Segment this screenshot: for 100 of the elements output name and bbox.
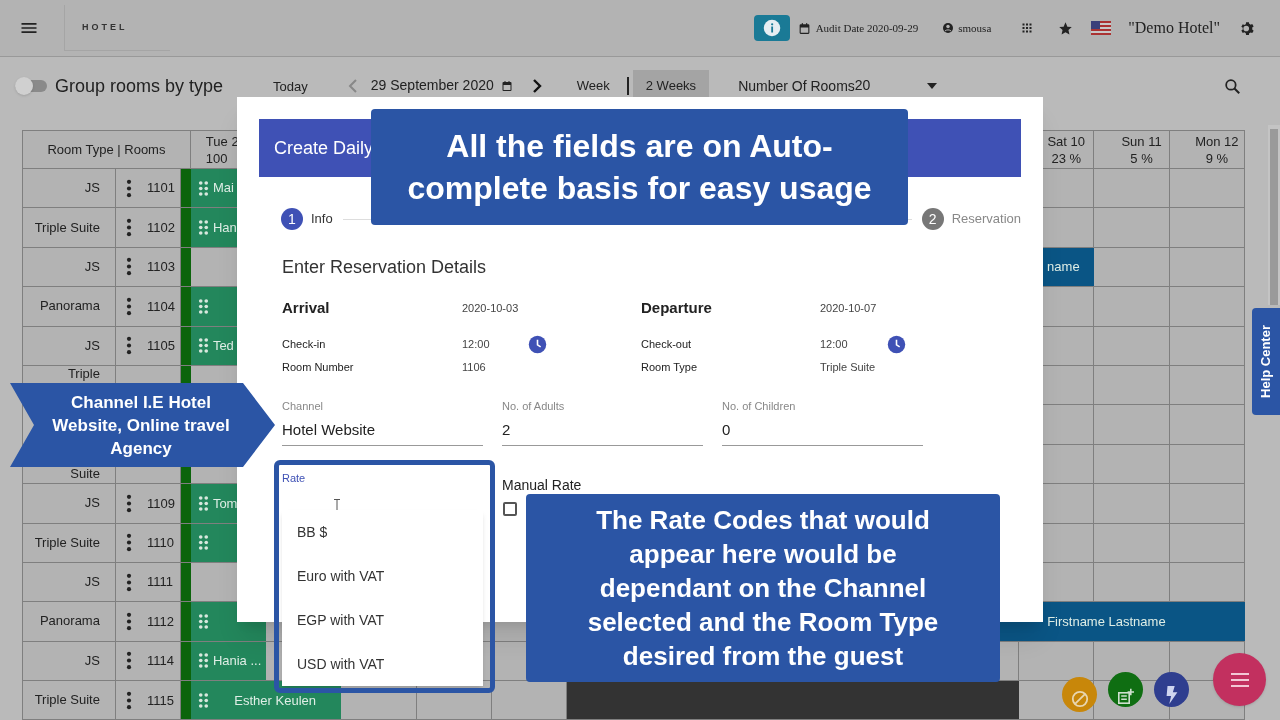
checkbox-label: Manual Rate: [502, 476, 582, 495]
detail-label: Check-in: [282, 336, 326, 352]
room-type: JS: [84, 653, 100, 668]
drag-handle-icon[interactable]: [197, 652, 209, 670]
more-icon[interactable]: [125, 218, 132, 238]
checkbox[interactable]: [503, 502, 517, 516]
help-center-tab[interactable]: Help Center: [1252, 308, 1280, 415]
menu-icon: [1230, 672, 1249, 687]
detail-value: Triple Suite: [820, 359, 876, 375]
drag-handle-icon[interactable]: [197, 691, 209, 709]
step-label[interactable]: Info: [311, 209, 333, 229]
detail-value: 12:00: [462, 336, 490, 352]
calendar-icon: [797, 21, 811, 35]
room-type: Panorama: [39, 614, 100, 629]
drag-handle-icon[interactable]: [197, 179, 209, 197]
room-type: JS: [84, 181, 100, 196]
rooms-label: Number Of Rooms: [738, 76, 855, 96]
more-icon[interactable]: [125, 296, 132, 316]
more-icon[interactable]: [125, 493, 132, 513]
view-tab[interactable]: Week: [563, 70, 623, 102]
caret-icon: [926, 82, 937, 89]
more-icon[interactable]: [125, 257, 132, 277]
room-number: 1103: [146, 258, 175, 277]
room-type: Triple Suite: [34, 535, 100, 550]
more-icon[interactable]: [125, 178, 132, 198]
scrollbar[interactable]: [1268, 125, 1280, 305]
guest-name: name: [1047, 258, 1080, 277]
drag-handle-icon[interactable]: [197, 613, 209, 630]
info-button[interactable]: [753, 15, 790, 41]
room-number: 1115: [146, 691, 174, 710]
guest-name: Tom: [212, 494, 238, 513]
room-number: 1101: [146, 179, 175, 198]
detail-label: Room Type: [641, 359, 698, 375]
drag-handle-icon[interactable]: [197, 534, 209, 552]
room-number: 1110: [146, 533, 174, 552]
room-type: JS: [84, 338, 100, 353]
room-type: Panorama: [39, 299, 100, 314]
detail-label: Departure: [641, 297, 712, 318]
toggle-label: Group rooms by type: [55, 74, 224, 98]
more-icon[interactable]: [125, 690, 132, 710]
more-icon[interactable]: [125, 612, 132, 631]
dropdown-option[interactable]: Euro with VAT: [282, 554, 483, 598]
booking-bar[interactable]: [567, 681, 1020, 720]
text-field[interactable]: No. of Children 0: [722, 398, 923, 446]
guest-name: Esther Keulen: [233, 691, 317, 710]
clock-icon[interactable]: [528, 334, 547, 354]
flag-icon[interactable]: [1091, 21, 1112, 35]
room-number: 1114: [146, 652, 174, 671]
step-number[interactable]: 2: [921, 208, 944, 230]
text-cursor-icon: [334, 498, 340, 511]
calendar-icon: [500, 79, 513, 92]
settings-icon[interactable]: [1239, 19, 1256, 37]
booking-bar[interactable]: Hania ...: [190, 641, 267, 682]
apps-icon[interactable]: [1021, 22, 1034, 34]
drag-handle-icon[interactable]: [197, 219, 209, 237]
step-label[interactable]: Reservation: [951, 209, 1021, 229]
more-icon[interactable]: [125, 572, 132, 592]
user-name[interactable]: smousa: [958, 19, 992, 37]
day-header: Mon 12 9 %: [1169, 131, 1245, 169]
room-number: 1105: [146, 337, 175, 355]
dropdown-option[interactable]: BB $: [282, 510, 483, 554]
dialog-title: Create Daily: [274, 136, 374, 160]
detail-label: Arrival: [282, 297, 330, 318]
more-icon[interactable]: [125, 651, 132, 671]
guest-name: Han: [212, 218, 237, 237]
detail-value: 2020-10-03: [462, 300, 519, 316]
account-icon[interactable]: [942, 22, 955, 34]
more-icon[interactable]: [125, 336, 132, 356]
audit-date: Audit Date 2020-09-29: [815, 20, 919, 36]
clock-icon[interactable]: [887, 334, 906, 354]
star-icon[interactable]: [1058, 20, 1074, 36]
room-type: Triple Suite: [34, 693, 100, 708]
hotel-name[interactable]: "Demo Hotel": [1128, 16, 1220, 40]
text-field[interactable]: Channel Hotel Website: [282, 398, 483, 446]
detail-value: 2020-10-07: [820, 300, 877, 316]
step-number[interactable]: 1: [281, 208, 303, 230]
note-add-icon: [1117, 687, 1134, 704]
block-icon: [1070, 689, 1089, 708]
section-title: Enter Reservation Details: [281, 256, 488, 279]
room-number: 1111: [146, 573, 173, 592]
room-number: 1112: [146, 612, 174, 631]
column-header: Room Type | Rooms: [23, 131, 191, 169]
day-header: Sun 11 5 %: [1094, 131, 1170, 169]
group-toggle[interactable]: [15, 76, 49, 96]
chevron-right-icon[interactable]: [531, 79, 542, 93]
room-type: JS: [84, 259, 100, 274]
today-button[interactable]: Today: [273, 75, 308, 97]
room-type: JS: [84, 496, 100, 511]
more-icon[interactable]: [125, 533, 132, 553]
drag-handle-icon[interactable]: [197, 337, 209, 355]
search-icon[interactable]: [1223, 76, 1242, 96]
room-number: 1102: [146, 218, 175, 237]
room-type: Suite: [70, 467, 100, 482]
guest-name: Firstname Lastname: [1046, 612, 1167, 631]
room-type: Triple Suite: [34, 220, 100, 235]
detail-value: 1106: [462, 359, 486, 375]
drag-handle-icon[interactable]: [197, 297, 209, 315]
drag-handle-icon[interactable]: [197, 494, 209, 512]
callout-text: Channel I.E Hotel Website, Online travel Agency: [52, 391, 230, 460]
text-field[interactable]: No. of Adults 2: [502, 398, 703, 446]
